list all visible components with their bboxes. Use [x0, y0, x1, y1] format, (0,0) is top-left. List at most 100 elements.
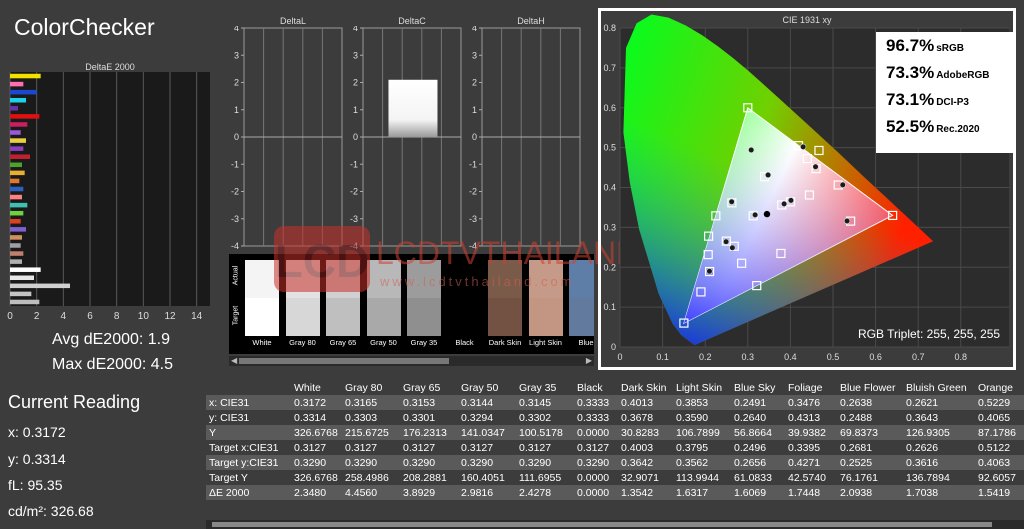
table-cell: 0.4065 — [975, 410, 1024, 425]
swatch-item[interactable] — [366, 260, 401, 336]
gamut-row-dcip3: 73.1% DCI-P3 — [886, 90, 969, 109]
table-cell: 0.3302 — [516, 410, 574, 425]
swatch-label: Dark Skin — [488, 338, 522, 347]
table-cell: 113.9944 — [673, 470, 731, 485]
table-cell: 0.3333 — [574, 410, 618, 425]
table-cell: 160.4051 — [458, 470, 516, 485]
table-scrollbar[interactable] — [206, 520, 1024, 529]
table-header-cell[interactable]: Bluish Green — [903, 380, 975, 395]
table-scroll-thumb[interactable] — [212, 522, 992, 527]
table-header-cell[interactable]: Black — [574, 380, 618, 395]
swatch-item[interactable] — [407, 260, 441, 336]
table-cell: 0.3314 — [291, 410, 342, 425]
table-header-row: White Gray 80 Gray 65 Gray 50 Gray 35 Black Da… — [206, 380, 1024, 395]
measurement-table[interactable]: White Gray 80 Gray 65 Gray 50 Gray 35 Black Da… — [206, 380, 1024, 522]
table-header-cell[interactable]: Gray 80 — [342, 380, 400, 395]
delta-y-tick: -3 — [231, 214, 239, 224]
deltae-bar — [10, 275, 34, 281]
table-header-cell[interactable]: Blue Flower — [837, 380, 903, 395]
swatch-scroll-thumb[interactable] — [239, 358, 449, 364]
table-cell: 1.7038 — [903, 485, 975, 500]
swatch-item[interactable] — [245, 260, 279, 336]
delta-y-tick: 1 — [472, 105, 477, 115]
swatch-item[interactable] — [447, 260, 482, 336]
table-header-cell[interactable]: Light Skin — [673, 380, 731, 395]
swatch-actual — [245, 260, 279, 298]
table-cell: 111.6955 — [516, 470, 574, 485]
swatch-item[interactable] — [488, 260, 522, 336]
table-header-cell[interactable] — [206, 380, 291, 395]
table-cell: 0.3127 — [458, 440, 516, 455]
table-cell: 0.2656 — [731, 455, 785, 470]
table-cell: 1.6069 — [731, 485, 785, 500]
scroll-left-arrow-icon[interactable]: ◀ — [231, 356, 237, 366]
table-header-cell[interactable]: Dark Skin — [618, 380, 673, 395]
swatch-target — [366, 298, 401, 336]
table-row[interactable]: Target Y 326.6768 258.4986 208.2881 160.4051… — [206, 470, 1024, 485]
table-cell: 258.4986 — [342, 470, 400, 485]
delta-y-tick: -1 — [350, 159, 358, 169]
deltae-x-tick: 0 — [7, 311, 13, 322]
table-cell: 2.4278 — [516, 485, 574, 500]
table-header-cell[interactable]: Gray 35 — [516, 380, 574, 395]
table-cell: 126.9305 — [903, 425, 975, 440]
deltae-bar — [10, 186, 24, 192]
deltae-bar — [10, 162, 22, 168]
swatch-item[interactable] — [326, 260, 360, 336]
rgb-triplet: RGB Triplet: 255, 255, 255 — [858, 327, 1001, 341]
deltae-bar — [10, 89, 37, 95]
swatch-item[interactable] — [285, 260, 320, 336]
table-row[interactable]: Target x:CIE31 0.3127 0.3127 0.3127 0.3127 0.… — [206, 440, 1024, 455]
swatch-item[interactable] — [569, 260, 594, 336]
table-row-label: Y — [206, 425, 291, 440]
table-header-cell[interactable]: White — [291, 380, 342, 395]
table-header-cell[interactable]: Orange — [975, 380, 1024, 395]
swatch-actual — [407, 260, 441, 298]
deltae-bar — [10, 81, 24, 87]
cie-x-tick: 0.3 — [742, 352, 755, 362]
deltae-bar — [10, 122, 28, 127]
table-header-cell[interactable]: Foliage — [785, 380, 837, 395]
table-cell: 0.5229 — [975, 395, 1024, 410]
table-header-cell[interactable]: Gray 65 — [400, 380, 458, 395]
delta-y-tick: 3 — [353, 50, 358, 60]
swatch-scrollbar[interactable]: ◀ ▶ — [229, 356, 594, 366]
table-row[interactable]: Y 326.6768 215.6725 176.2313 141.0347 100.517… — [206, 425, 1024, 440]
table-cell: 92.6057 — [975, 470, 1024, 485]
table-row[interactable]: y: CIE31 0.3314 0.3303 0.3301 0.3294 0.3302 0.… — [206, 410, 1024, 425]
table-cell: 176.2313 — [400, 425, 458, 440]
cie-measured-point — [812, 163, 819, 170]
table-cell: 0.3678 — [618, 410, 673, 425]
swatch-label: Gray 80 — [289, 338, 316, 347]
actual-label: Actual — [232, 265, 240, 286]
table-cell: 0.3290 — [574, 455, 618, 470]
table-row[interactable]: Target y:CIE31 0.3290 0.3290 0.3290 0.3290 0.… — [206, 455, 1024, 470]
delta-y-tick: -4 — [469, 241, 477, 251]
delta-y-tick: 0 — [234, 132, 239, 142]
deltae-bar — [10, 114, 40, 119]
table-cell: 141.0347 — [458, 425, 516, 440]
cie-measured-point — [843, 217, 851, 225]
table-cell: 0.3643 — [903, 410, 975, 425]
table-cell: 0.3127 — [400, 440, 458, 455]
swatch-actual — [569, 260, 594, 298]
swatch-actual — [366, 260, 401, 298]
table-row-label: Target y:CIE31 — [206, 455, 291, 470]
swatch-label: Gray 65 — [329, 338, 357, 347]
table-cell: 0.3290 — [291, 455, 342, 470]
delta-panel-title: DeltaL — [279, 16, 306, 26]
delta-y-tick: 3 — [234, 50, 239, 60]
scroll-right-arrow-icon[interactable]: ▶ — [586, 356, 592, 366]
swatch-target — [326, 298, 360, 336]
delta-y-tick: 0 — [353, 132, 358, 142]
table-cell: 0.2638 — [837, 395, 903, 410]
swatch-item[interactable] — [528, 260, 563, 336]
table-header-cell[interactable]: Gray 50 — [458, 380, 516, 395]
cie-y-tick: 0.5 — [603, 143, 616, 153]
table-row[interactable]: ΔE 2000 2.3480 4.4560 3.8929 2.9816 2.4278 0.0… — [206, 485, 1024, 500]
table-cell: 100.5178 — [516, 425, 574, 440]
swatch-target — [488, 298, 522, 336]
table-row[interactable]: x: CIE31 0.3172 0.3165 0.3153 0.3144 0.3145 0.… — [206, 395, 1024, 410]
table-header-cell[interactable]: Blue Sky — [731, 380, 785, 395]
table-cell: 0.3144 — [458, 395, 516, 410]
